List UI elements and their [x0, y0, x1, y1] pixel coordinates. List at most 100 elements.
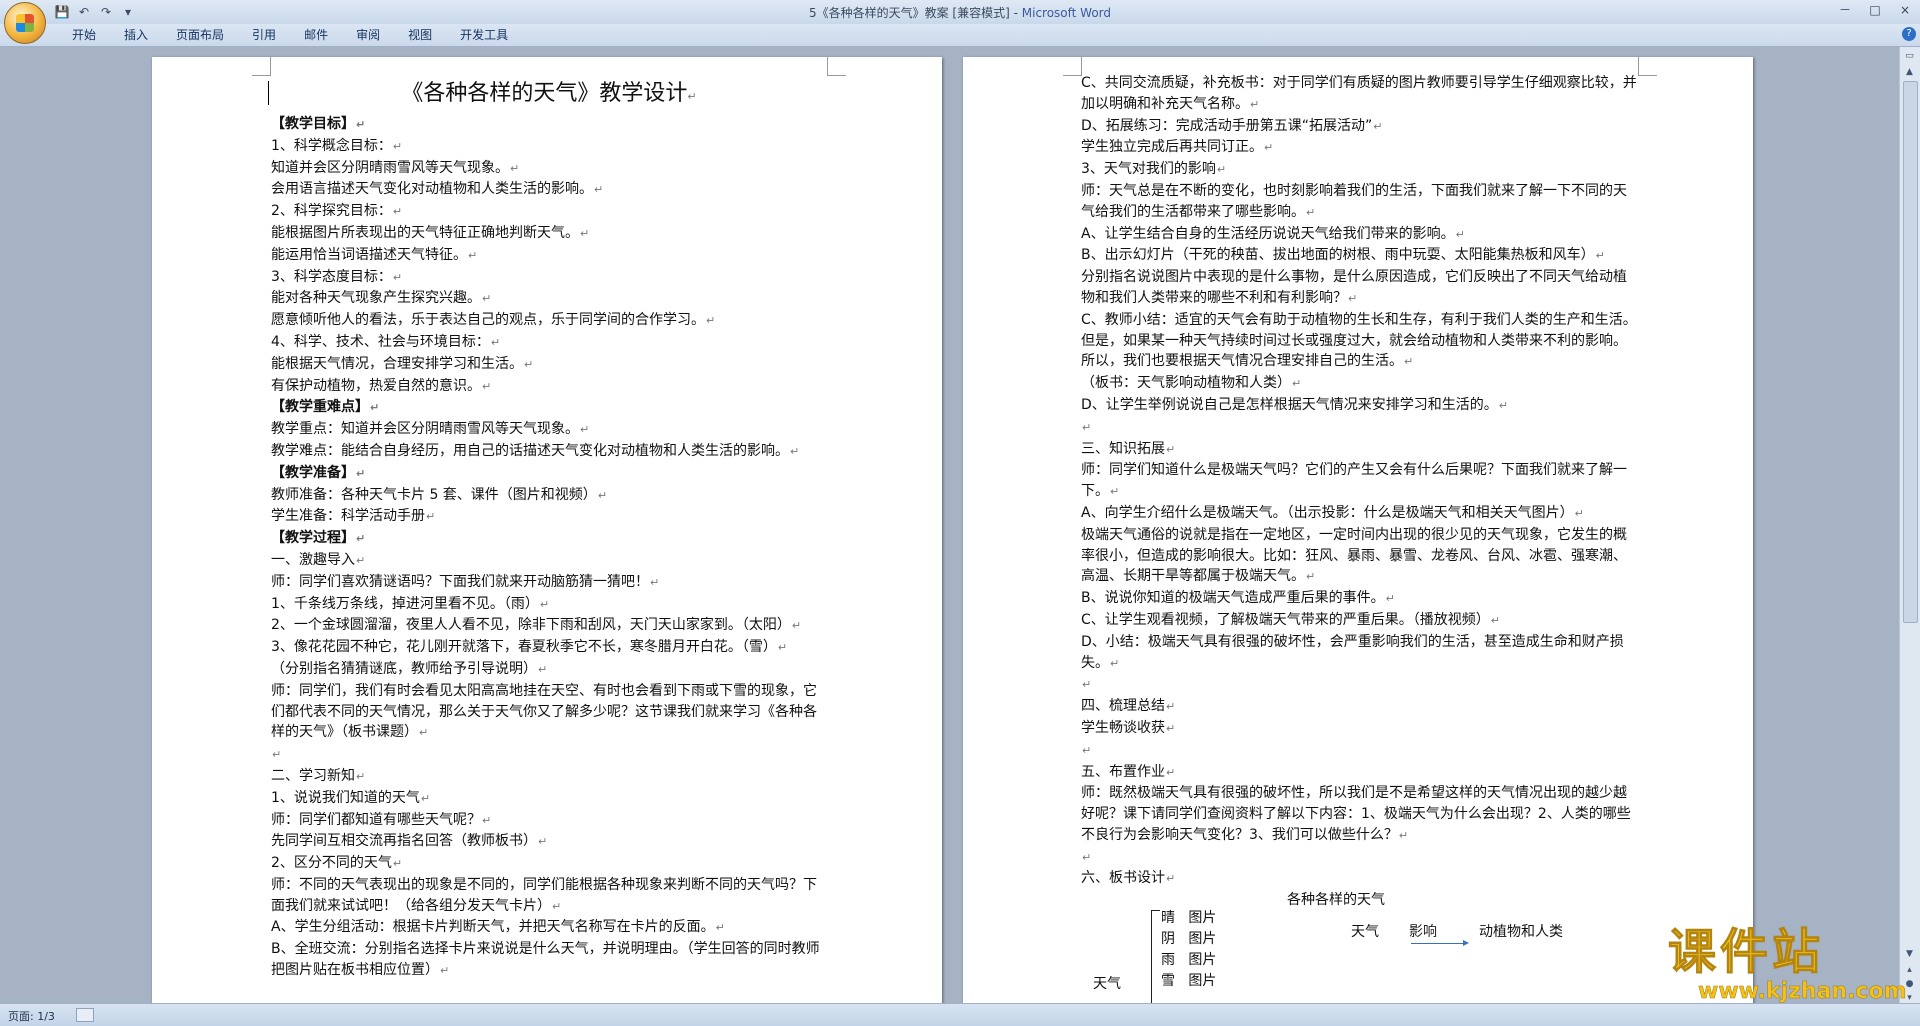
- paragraph[interactable]: 教学重点：知道并会区分阴晴雨雪风等天气现象。: [271, 419, 827, 441]
- paragraph[interactable]: 愿意倾听他人的看法，乐于表达自己的观点，乐于同学间的合作学习。: [271, 310, 827, 332]
- paragraph[interactable]: 2、一个金球圆溜溜，夜里人人看不见，除非下雨和刮风，天门天山家家到。（太阳）: [271, 615, 827, 637]
- ruler-toggle-icon[interactable]: ▭: [1902, 49, 1917, 63]
- paragraph[interactable]: 能对各种天气现象产生探究兴趣。: [271, 288, 827, 310]
- paragraph[interactable]: （分别指名猜猜谜底，教师给予引导说明）: [271, 659, 827, 681]
- paragraph[interactable]: 1、说说我们知道的天气: [271, 788, 827, 810]
- paragraph[interactable]: B、全班交流：分别指名选择卡片来说说是什么天气，并说明理由。（学生回答的同时教师…: [271, 939, 827, 982]
- page-1-content[interactable]: 《各种各样的天气》教学设计 【教学目标】 1、科学概念目标：知道并会区分阴晴雨雪…: [268, 77, 827, 982]
- paragraph[interactable]: 师：不同的天气表现出的现象是不同的，同学们能根据各种现象来判断不同的天气吗？下面…: [271, 875, 827, 918]
- page-1-body: 【教学目标】 1、科学概念目标：知道并会区分阴晴雨雪风等天气现象。会用语言描述天…: [271, 114, 827, 982]
- paragraph[interactable]: 四、梳理总结: [1081, 696, 1637, 718]
- board-relation: 影响: [1409, 924, 1437, 941]
- paragraph[interactable]: 3、天气对我们的影响: [1081, 159, 1637, 181]
- vertical-scrollbar[interactable]: ▭ ▲ ▼ ▴ ● ▾: [1899, 47, 1920, 1003]
- document-page-2[interactable]: C、共同交流质疑，补充板书：对于同学们有质疑的图片教师要引导学生仔细观察比较，并…: [963, 57, 1753, 1003]
- paragraph[interactable]: C、让学生观看视频，了解极端天气带来的严重后果。（播放视频）: [1081, 610, 1637, 632]
- title-bar: 💾 ↶ ↷ ▾ 5《各种各样的天气》教案 [兼容模式] - Microsoft …: [0, 0, 1920, 44]
- tab-review[interactable]: 审阅: [342, 24, 394, 46]
- paragraph[interactable]: 知道并会区分阴晴雨雪风等天气现象。: [271, 158, 827, 180]
- paragraph[interactable]: A、让学生结合自身的生活经历说说天气给我们带来的影响。: [1081, 224, 1637, 246]
- paragraph[interactable]: 学生准备：科学活动手册: [271, 506, 827, 528]
- paragraph[interactable]: 3、科学态度目标：: [271, 267, 827, 289]
- scroll-up-icon[interactable]: ▲: [1902, 65, 1917, 79]
- paragraph[interactable]: 学生独立完成后再共同订正。: [1081, 137, 1637, 159]
- paragraph[interactable]: D、小结：极端天气具有很强的破坏性，会严重影响我们的生活，甚至造成生命和财产损失…: [1081, 632, 1637, 675]
- paragraph[interactable]: D、拓展练习：完成活动手册第五课“拓展活动”: [1081, 116, 1637, 138]
- paragraph[interactable]: 能运用恰当词语描述天气特征。: [271, 245, 827, 267]
- paragraph[interactable]: 教学难点：能结合自身经历，用自己的话描述天气变化对动植物和人类生活的影响。: [271, 441, 827, 463]
- text-cursor: [268, 81, 269, 105]
- paragraph[interactable]: 师：同学们喜欢猜谜语吗？下面我们就来开动脑筋猜一猜吧！: [271, 572, 827, 594]
- tab-mailings[interactable]: 邮件: [290, 24, 342, 46]
- paragraph[interactable]: 2、科学探究目标：: [271, 201, 827, 223]
- paragraph[interactable]: 师：天气总是在不断的变化，也时刻影响着我们的生活，下面我们就来了解一下不同的天气…: [1081, 181, 1637, 224]
- paragraph[interactable]: 有保护动植物，热爱自然的意识。: [271, 376, 827, 398]
- paragraph[interactable]: 分别指名说说图片中表现的是什么事物，是什么原因造成，它们反映出了不同天气给动植物…: [1081, 267, 1637, 310]
- help-icon[interactable]: ?: [1902, 27, 1916, 41]
- board-row-cloudy: 阴 图片: [1161, 929, 1216, 950]
- paragraph[interactable]: 五、布置作业: [1081, 762, 1637, 784]
- paragraph[interactable]: 学生畅谈收获: [1081, 718, 1637, 740]
- paragraph[interactable]: 先同学间互相交流再指名回答（教师板书）: [271, 831, 827, 853]
- paragraph[interactable]: 师：同学们都知道有哪些天气呢？: [271, 810, 827, 832]
- paragraph[interactable]: 【教学准备】: [271, 463, 827, 485]
- maximize-button[interactable]: □: [1860, 0, 1890, 20]
- proofing-icon[interactable]: [76, 1008, 94, 1022]
- tab-home[interactable]: 开始: [58, 24, 110, 46]
- office-button[interactable]: [4, 2, 46, 44]
- tab-references[interactable]: 引用: [238, 24, 290, 46]
- tab-view[interactable]: 视图: [394, 24, 446, 46]
- paragraph[interactable]: B、说说你知道的极端天气造成严重后果的事件。: [1081, 588, 1637, 610]
- paragraph[interactable]: A、学生分组活动：根据卡片判断天气，并把天气名称写在卡片的反面。: [271, 917, 827, 939]
- ribbon-tabs: 开始 插入 页面布局 引用 邮件 审阅 视图 开发工具: [58, 24, 522, 46]
- board-label: 图片: [1188, 973, 1217, 990]
- document-page-1[interactable]: 《各种各样的天气》教学设计 【教学目标】 1、科学概念目标：知道并会区分阴晴雨雪…: [152, 57, 942, 1003]
- paragraph[interactable]: 1、千条线万条线，掉进河里看不见。（雨）: [271, 594, 827, 616]
- paragraph[interactable]: 4、科学、技术、社会与环境目标：: [271, 332, 827, 354]
- board-weather: 雪: [1161, 973, 1175, 990]
- close-button[interactable]: ×: [1890, 0, 1920, 20]
- paragraph[interactable]: 二、学习新知: [271, 766, 827, 788]
- paragraph[interactable]: [1081, 674, 1637, 696]
- paragraph[interactable]: 师：同学们，我们有时会看见太阳高高地挂在天空、有时也会看到下雨或下雪的现象，它们…: [271, 681, 827, 744]
- window-controls: － □ ×: [1830, 0, 1920, 24]
- paragraph[interactable]: [1081, 740, 1637, 762]
- crop-mark: [1638, 57, 1657, 76]
- app-name: Microsoft Word: [1021, 6, 1112, 20]
- paragraph[interactable]: 师：既然极端天气具有很强的破坏性，所以我们是不是希望这样的天气情况出现的越少越好…: [1081, 783, 1637, 846]
- paragraph[interactable]: （板书：天气影响动植物和人类）: [1081, 373, 1637, 395]
- paragraph[interactable]: [271, 744, 827, 766]
- page-2-content[interactable]: C、共同交流质疑，补充板书：对于同学们有质疑的图片教师要引导学生仔细观察比较，并…: [1081, 73, 1637, 1003]
- paragraph[interactable]: 能根据图片所表现出的天气特征正确地判断天气。: [271, 223, 827, 245]
- paragraph[interactable]: 【教学过程】: [271, 528, 827, 550]
- paragraph[interactable]: 2、区分不同的天气: [271, 853, 827, 875]
- board-label: 图片: [1188, 931, 1217, 948]
- paragraph[interactable]: 会用语言描述天气变化对动植物和人类生活的影响。: [271, 179, 827, 201]
- paragraph[interactable]: B、出示幻灯片（干死的秧苗、拔出地面的树根、雨中玩耍、太阳能集热板和风车）: [1081, 245, 1637, 267]
- tab-developer[interactable]: 开发工具: [446, 24, 522, 46]
- paragraph[interactable]: 三、知识拓展: [1081, 439, 1637, 461]
- tab-insert[interactable]: 插入: [110, 24, 162, 46]
- paragraph[interactable]: 1、科学概念目标：: [271, 136, 827, 158]
- paragraph[interactable]: 教师准备：各种天气卡片 5 套、课件（图片和视频）: [271, 485, 827, 507]
- document-title: 《各种各样的天气》教学设计: [271, 79, 827, 112]
- paragraph[interactable]: 六、板书设计: [1081, 868, 1637, 890]
- paragraph[interactable]: D、让学生举例说说自己是怎样根据天气情况来安排学习和生活的。: [1081, 395, 1637, 417]
- paragraph[interactable]: A、向学生介绍什么是极端天气。（出示投影：什么是极端天气和相关天气图片）: [1081, 503, 1637, 525]
- paragraph[interactable]: C、教师小结：适宜的天气会有助于动植物的生长和生存，有利于我们人类的生产和生活。…: [1081, 310, 1637, 373]
- paragraph[interactable]: 一、激趣导入: [271, 550, 827, 572]
- paragraph[interactable]: 极端天气通俗的说就是指在一定地区，一定时间内出现的很少见的天气现象，它发生的概率…: [1081, 525, 1637, 588]
- scroll-thumb[interactable]: [1903, 81, 1918, 623]
- paragraph[interactable]: 【教学目标】: [271, 114, 827, 136]
- page-count[interactable]: 页面: 1/3: [8, 1008, 55, 1024]
- paragraph[interactable]: 师：同学们知道什么是极端天气吗？它们的产生又会有什么后果呢？下面我们就来了解一下…: [1081, 460, 1637, 503]
- paragraph[interactable]: 【教学重难点】: [271, 397, 827, 419]
- paragraph[interactable]: 能根据天气情况，合理安排学习和生活。: [271, 354, 827, 376]
- paragraph[interactable]: 3、像花花园不种它，花儿刚开就落下，春夏秋季它不长，寒冬腊月开白花。（雪）: [271, 637, 827, 659]
- paragraph[interactable]: C、共同交流质疑，补充板书：对于同学们有质疑的图片教师要引导学生仔细观察比较，并…: [1081, 73, 1637, 116]
- board-title: 各种各样的天气: [1287, 892, 1385, 909]
- minimize-button[interactable]: －: [1830, 0, 1860, 20]
- paragraph[interactable]: [1081, 417, 1637, 439]
- tab-page-layout[interactable]: 页面布局: [162, 24, 238, 46]
- paragraph[interactable]: [1081, 847, 1637, 869]
